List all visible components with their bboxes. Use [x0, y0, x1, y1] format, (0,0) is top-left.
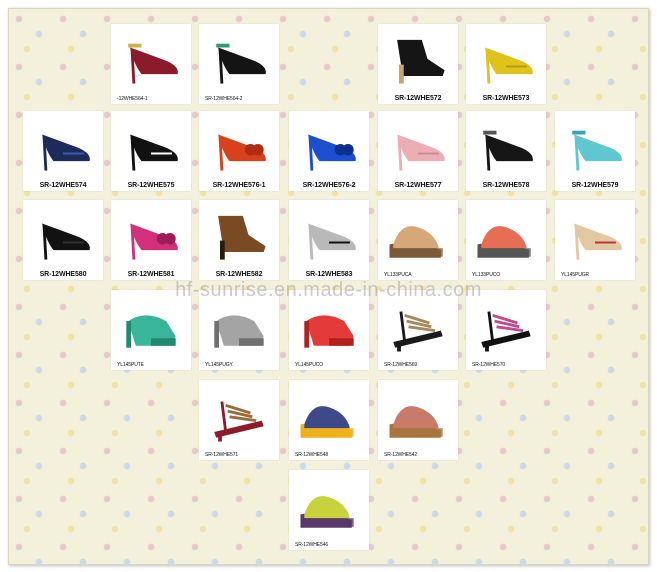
product-code-label: SR-12WHE583	[305, 271, 353, 278]
product-card[interactable]: SR-12WHE579	[555, 111, 635, 191]
product-code-label: SR-12WHE571	[205, 452, 239, 458]
product-card[interactable]: YL133PUCO	[466, 200, 546, 280]
product-card[interactable]: SR-12WHE548	[289, 380, 369, 460]
product-card[interactable]: SR-12WHE572	[378, 24, 458, 104]
product-code-label: SR-12WHE572	[394, 95, 442, 102]
product-code-label: SR-12WHE569	[384, 362, 418, 368]
product-code-label: SR-12WHE546	[295, 542, 329, 548]
product-code-label: SR-12WHE577	[394, 182, 442, 189]
product-card[interactable]: SR-12WHE564-2	[199, 24, 279, 104]
product-card[interactable]: SR-12WHE576-2	[289, 111, 369, 191]
product-code-label: SR-12WHE579	[571, 182, 619, 189]
product-code-label: SR-12WHE574	[39, 182, 87, 189]
product-card[interactable]: YL145PUCO	[289, 290, 369, 370]
product-card[interactable]: SR-12WHE546	[289, 470, 369, 550]
product-card[interactable]: SR-12WHE571	[199, 380, 279, 460]
product-code-label: YL133PUCO	[472, 272, 501, 278]
product-code-label: SR-12WHE580	[39, 271, 87, 278]
product-card[interactable]: -12WHE564-1	[111, 24, 191, 104]
product-code-label: SR-12WHE575	[127, 182, 175, 189]
product-code-label: SR-12WHE564-2	[205, 96, 243, 102]
product-card[interactable]: SR-12WHE576-1	[199, 111, 279, 191]
product-card[interactable]: SR-12WHE582	[199, 200, 279, 280]
product-code-label: YL145PUCO	[295, 362, 324, 368]
product-code-label: YL145PUTE	[117, 362, 144, 368]
product-card[interactable]: SR-12WHE573	[466, 24, 546, 104]
product-card[interactable]: SR-12WHE542	[378, 380, 458, 460]
product-code-label: -12WHE564-1	[117, 96, 148, 102]
product-code-label: SR-12WHE581	[127, 271, 175, 278]
product-card[interactable]: YL145PUGR	[555, 200, 635, 280]
product-code-label: SR-12WHE582	[215, 271, 263, 278]
product-card[interactable]: SR-12WHE575	[111, 111, 191, 191]
product-code-label: SR-12WHE548	[295, 452, 329, 458]
product-code-label: SR-12WHE576-2	[302, 182, 356, 189]
product-card[interactable]: YL145PUTE	[111, 290, 191, 370]
product-card[interactable]: YL133PUCA	[378, 200, 458, 280]
product-card[interactable]: YL145PUGY	[199, 290, 279, 370]
product-code-label: YL145PUGR	[561, 272, 590, 278]
product-card[interactable]: SR-12WHE569	[378, 290, 458, 370]
product-code-label: SR-12WHE576-1	[212, 182, 266, 189]
product-code-label: SR-12WHE578	[482, 182, 530, 189]
product-card[interactable]: SR-12WHE581	[111, 200, 191, 280]
product-card[interactable]: SR-12WHE577	[378, 111, 458, 191]
product-code-label: YL145PUGY	[205, 362, 233, 368]
product-code-label: YL133PUCA	[384, 272, 412, 278]
product-card[interactable]: SR-12WHE583	[289, 200, 369, 280]
product-card[interactable]: SR-12WHE574	[23, 111, 103, 191]
product-card[interactable]: SR-12WHE570	[466, 290, 546, 370]
product-code-label: SR-12WHE542	[384, 452, 418, 458]
watermark-text: hf-sunrise.en.made-in-china.com	[175, 279, 482, 301]
product-card[interactable]: SR-12WHE580	[23, 200, 103, 280]
product-code-label: SR-12WHE573	[482, 95, 530, 102]
product-code-label: SR-12WHE570	[472, 362, 506, 368]
product-card[interactable]: SR-12WHE578	[466, 111, 546, 191]
